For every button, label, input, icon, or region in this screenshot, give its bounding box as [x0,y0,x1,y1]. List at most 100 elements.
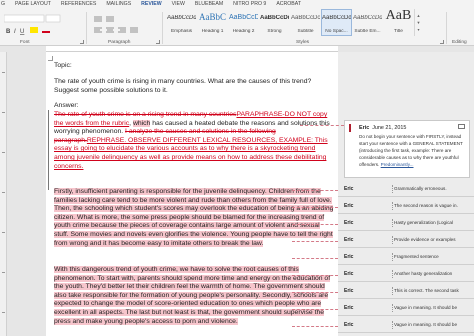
styles-scroll-icon[interactable]: ▲ ▼ ▾ [414,9,422,36]
style-strong[interactable]: AaBbCcDd Strong [259,9,290,36]
style-title[interactable]: AaB Title [383,8,414,36]
tab-page-layout[interactable]: PAGE LAYOUT [10,0,56,9]
comment-connector [292,207,338,208]
dialog-launcher-icon[interactable] [80,40,84,44]
comment-text: Vague in meaning. It should be [394,305,457,310]
vertical-ruler[interactable] [0,52,7,336]
style-no-spacing[interactable]: AaBbCcDd No Spac... [321,9,352,36]
comment-header: Eric June 21, 2015 [359,125,406,131]
answer-paragraph-1: The rate of youth crime is on a rising t… [54,111,334,171]
style-label: Strong [267,29,282,34]
comment-text: The second reason is vague in. [394,203,458,208]
comment-connector [292,258,338,259]
comment-author: Eric [344,288,354,294]
style-preview: AaBbC [199,12,226,22]
comment-balloon[interactable]: Eric June 21, 2015 Do not begin your sent… [344,120,470,178]
comment-row-divider [392,185,393,193]
svg-text:U: U [20,29,24,35]
group-label-font: Font [20,40,30,45]
style-label: Subtle Em... [354,29,381,34]
style-label: Subtitle [297,29,314,34]
comment-date: June 21, 2015 [372,125,407,131]
tab-bluebeam[interactable]: BLUEBEAM [190,0,228,9]
style-subtle-emphasis[interactable]: AaBbCcDd Subtle Em... [352,9,383,36]
paragraph-controls[interactable] [92,14,160,38]
dialog-launcher-icon[interactable] [156,40,160,44]
topic-text: The rate of youth crime is rising in man… [54,78,312,94]
style-heading-2[interactable]: AaBbCcD Heading 2 [228,9,259,36]
comment-text: This is correct. The second task [394,288,459,293]
tab-references[interactable]: REFERENCES [56,0,101,9]
comment-author: Eric [344,237,354,243]
tab-mailings[interactable]: MAILINGS [101,0,136,9]
margin-marker [48,56,53,61]
comment-row[interactable]: Eric Fragmented sentence [338,250,474,265]
comment-text: Fragmented sentence [394,254,439,259]
answer-label: Answer: [54,102,79,109]
body-paragraph-2: Firstly, insufficient parenting is respo… [54,188,334,248]
font-format-icons: B I U [3,14,61,35]
commented-text[interactable]: With this dangerous trend of youth crime… [54,266,331,325]
style-preview: AaBbCcDc [291,15,320,21]
ruler-tick [2,112,5,113]
commented-text[interactable]: Firstly, insufficient parenting is respo… [54,188,334,247]
comment-author: Eric [344,254,354,260]
style-preview: AaBbCcDd [322,15,351,21]
tab-acrobat[interactable]: ACROBAT [271,0,306,9]
comment-link[interactable]: Predominantly... [381,162,414,167]
svg-text:I: I [14,29,16,35]
comment-flag-icon [349,124,355,132]
style-label: No Spac... [325,29,348,34]
comment-connector [292,275,338,276]
style-subtitle[interactable]: AaBbCcDc Subtitle [290,9,321,36]
style-emphasis[interactable]: AaBbCcDd Emphasis [166,9,197,36]
group-label-paragraph: Paragraph [108,40,131,45]
comment-text: Vague in meaning. It should be [394,322,457,327]
style-label: Heading 1 [201,29,224,34]
group-divider [86,12,87,44]
document-page[interactable]: Topic: The rate of youth crime is rising… [46,52,338,336]
font-controls[interactable]: B I U [3,14,68,38]
tab-nitro-pro[interactable]: NITRO PRO 9 [228,0,271,9]
ruler-tick [2,72,5,73]
inserted-text: REPHRASE. OBSERVE DIFFERENT LEXICAL RESO… [86,136,314,144]
comment-row-divider [392,202,393,210]
comment-row[interactable]: Eric Another hasty generalization [338,267,474,282]
comment-connector [292,309,338,310]
ruler-tick [2,192,5,193]
comment-row-divider [392,287,393,295]
change-bar [48,110,49,188]
tab-home[interactable]: G [0,0,10,9]
topic-label: Topic: [54,62,72,69]
change-bar [48,182,49,190]
comment-connector [292,224,338,225]
tab-view[interactable]: VIEW [167,0,190,9]
dialog-launcher-icon[interactable] [440,40,444,44]
comment-row[interactable]: Eric Provide evidence or examples [338,233,474,248]
comment-text: Provide evidence or examples [394,237,456,242]
ruler-tick [2,272,5,273]
comment-connector [292,190,338,191]
comment-row[interactable]: Eric Hasty generalization (Logical [338,216,474,231]
comment-author: Eric [344,271,354,277]
comment-row[interactable]: Eric The second reason is vague in. [338,199,474,214]
comment-author: Eric [359,125,370,131]
comment-row[interactable]: Eric Vague in meaning. It should be [338,301,474,316]
group-label-editing: Editing [452,40,467,45]
style-heading-1[interactable]: AaBbC Heading 1 [197,9,228,36]
group-divider [446,12,447,44]
reply-icon[interactable] [458,124,465,129]
comment-row[interactable]: Eric Vague in meaning. It should be [338,318,474,333]
comment-row[interactable]: Eric This is correct. The second task [338,284,474,299]
style-label: Emphasis [170,29,193,34]
tab-review[interactable]: REVIEW [136,0,166,9]
commented-text[interactable]: which [132,119,151,127]
comment-row-divider [392,253,393,261]
comment-row-divider [392,304,393,312]
comment-text: Hasty generalization (Logical [394,220,453,225]
comment-row-divider [392,321,393,329]
ruler-tick [2,312,5,313]
comment-row[interactable]: Eric Grammatically erroneous. [338,182,474,197]
comment-text: Grammatically erroneous. [394,186,447,191]
style-label: Heading 2 [232,29,255,34]
